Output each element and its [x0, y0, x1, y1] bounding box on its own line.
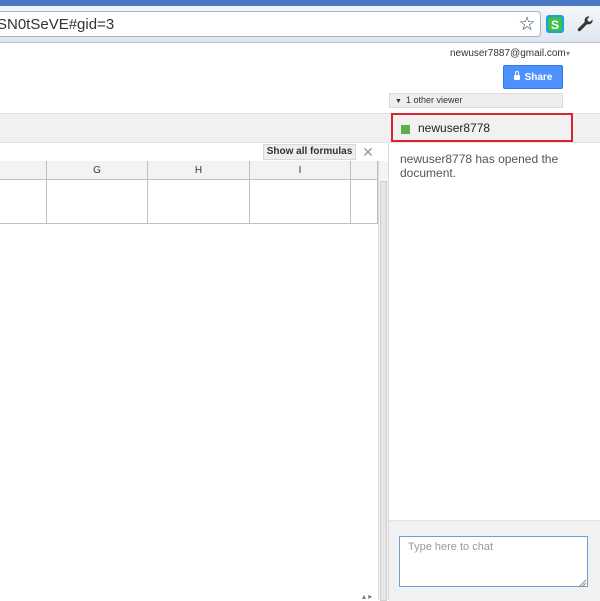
- grid-cell[interactable]: [47, 180, 148, 223]
- resize-grip-icon[interactable]: [578, 577, 587, 588]
- triangle-down-icon: ▼: [395, 98, 402, 105]
- grid-cell[interactable]: [351, 180, 378, 223]
- account-email[interactable]: newuser7887@gmail.com: [450, 48, 566, 59]
- lock-icon: [513, 71, 520, 80]
- wrench-icon[interactable]: [575, 14, 595, 34]
- column-header-j[interactable]: [351, 161, 378, 180]
- account-caret-icon[interactable]: ▾: [566, 49, 570, 58]
- viewer-color-swatch: [401, 125, 410, 134]
- column-header-i[interactable]: I: [250, 161, 351, 180]
- bookmark-star-icon[interactable]: ☆: [516, 14, 538, 36]
- scrollbar-thumb[interactable]: [380, 181, 387, 601]
- table-row: [0, 180, 378, 224]
- share-button[interactable]: Share: [503, 65, 563, 89]
- address-bar[interactable]: SN0tSeVE#gid=3: [0, 11, 541, 37]
- grid-cell[interactable]: [148, 180, 250, 223]
- chat-message: newuser8778 has opened the document.: [400, 152, 559, 180]
- sheet-scrollbar[interactable]: [378, 161, 388, 601]
- viewer-list-item[interactable]: newuser8778: [391, 113, 573, 142]
- grid-cell[interactable]: [250, 180, 351, 223]
- viewer-name: newuser8778: [418, 121, 491, 135]
- column-header-f[interactable]: [0, 161, 47, 180]
- other-viewers-toggle[interactable]: ▼ 1 other viewer: [389, 93, 563, 108]
- close-icon[interactable]: ✕: [360, 144, 376, 160]
- share-label: Share: [524, 72, 553, 83]
- chat-input[interactable]: [399, 536, 588, 587]
- column-header-g[interactable]: G: [47, 161, 148, 180]
- skype-icon[interactable]: S: [545, 14, 565, 34]
- column-header-h[interactable]: H: [148, 161, 250, 180]
- svg-text:S: S: [551, 18, 559, 32]
- grid-cell[interactable]: [0, 180, 47, 223]
- other-viewers-label: 1 other viewer: [405, 95, 463, 105]
- column-header-row: G H I: [0, 161, 378, 180]
- show-all-formulas-button[interactable]: Show all formulas: [263, 144, 356, 160]
- url-text[interactable]: SN0tSeVE#gid=3: [0, 16, 114, 33]
